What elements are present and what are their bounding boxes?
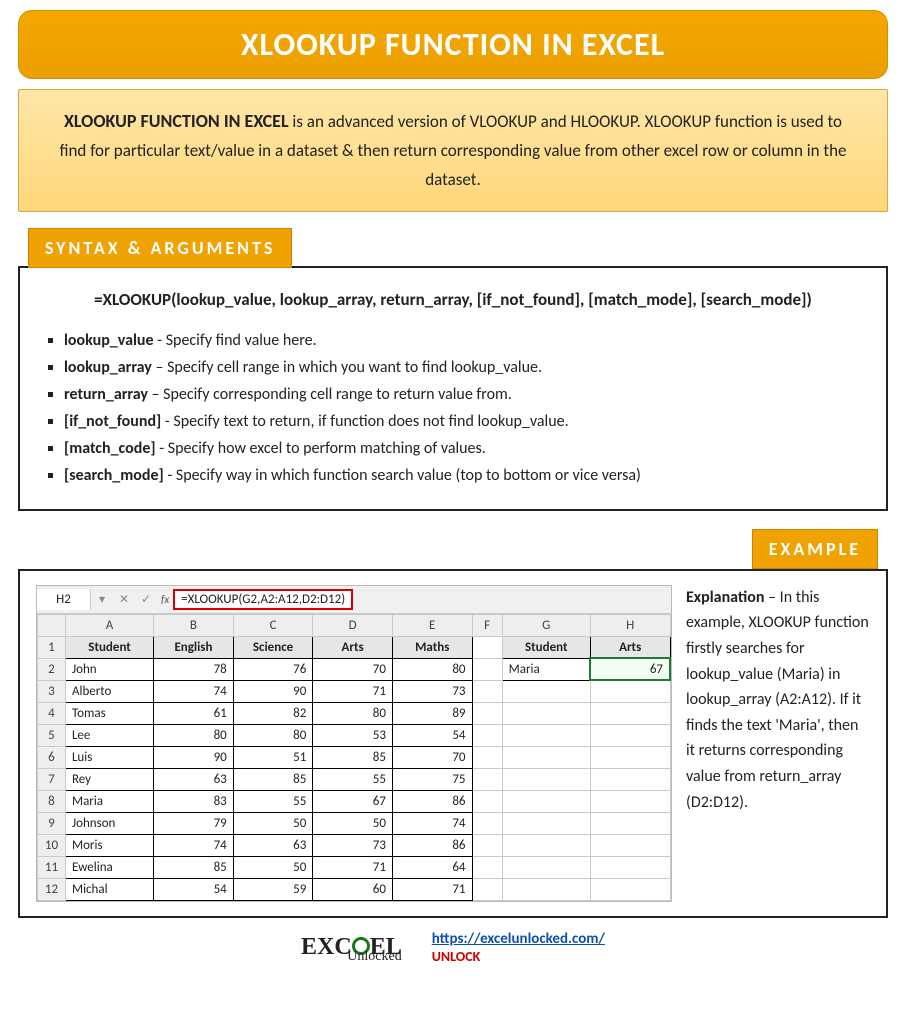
formula-bar: H2 ▾ ✕ ✓ fx =XLOOKUP(G2,A2:A12,D2:D12) xyxy=(37,586,671,614)
arg-item: [if_not_found] - Specify text to return,… xyxy=(64,412,864,431)
col-header: B xyxy=(154,614,234,636)
col-header: G xyxy=(502,614,590,636)
fx-icon: fx xyxy=(161,593,169,606)
cancel-icon: ✕ xyxy=(113,592,135,607)
title-banner: XLOOKUP FUNCTION IN EXCEL xyxy=(18,10,888,79)
dropdown-icon: ▾ xyxy=(91,592,113,607)
explanation-title: Explanation xyxy=(686,588,764,607)
explanation-body: – In this example, XLOOKUP function firs… xyxy=(686,588,869,812)
brand-logo: EXCEL Unlocked xyxy=(301,934,402,961)
website-link[interactable]: https://excelunlocked.com/ xyxy=(432,930,605,948)
table-row: 9Johnson79505074 xyxy=(38,812,671,834)
col-header: C xyxy=(233,614,313,636)
corner-cell xyxy=(38,614,66,636)
col-header: F xyxy=(472,614,502,636)
excel-screenshot: H2 ▾ ✕ ✓ fx =XLOOKUP(G2,A2:A12,D2:D12) A… xyxy=(36,585,672,902)
syntax-box: =XLOOKUP(lookup_value, lookup_array, ret… xyxy=(18,266,888,511)
arguments-list: lookup_value - Specify find value here. … xyxy=(64,331,864,485)
table-row: 4Tomas61828089 xyxy=(38,702,671,724)
table-row: 12Michal54596071 xyxy=(38,878,671,900)
spreadsheet-grid: A B C D E F G H 1StudentEnglishScienceAr… xyxy=(37,614,671,901)
footer: EXCEL Unlocked https://excelunlocked.com… xyxy=(10,930,896,965)
table-row: 6Luis90518570 xyxy=(38,746,671,768)
example-section-label: EXAMPLE xyxy=(752,529,878,569)
table-row: 5Lee80805354 xyxy=(38,724,671,746)
table-row: 3Alberto74907173 xyxy=(38,680,671,702)
column-header-row: A B C D E F G H xyxy=(38,614,671,636)
table-row: 2John78767080Maria67 xyxy=(38,658,671,680)
table-row: 1StudentEnglishScienceArtsMathsStudentAr… xyxy=(38,636,671,658)
table-row: 7Rey63855575 xyxy=(38,768,671,790)
example-box: H2 ▾ ✕ ✓ fx =XLOOKUP(G2,A2:A12,D2:D12) A… xyxy=(18,569,888,918)
check-icon: ✓ xyxy=(135,592,157,607)
arg-item: [match_code] - Specify how excel to perf… xyxy=(64,439,864,458)
syntax-formula: =XLOOKUP(lookup_value, lookup_array, ret… xyxy=(42,286,864,313)
col-header: A xyxy=(65,614,153,636)
intro-description: XLOOKUP FUNCTION IN EXCEL is an advanced… xyxy=(18,89,888,212)
formula-input: =XLOOKUP(G2,A2:A12,D2:D12) xyxy=(173,589,671,610)
unlock-label: UNLOCK xyxy=(432,948,605,965)
arg-item: lookup_value - Specify find value here. xyxy=(64,331,864,350)
name-box: H2 xyxy=(37,589,91,610)
col-header: H xyxy=(590,614,670,636)
arg-item: lookup_array – Specify cell range in whi… xyxy=(64,358,864,377)
arg-item: [search_mode] - Specify way in which fun… xyxy=(64,466,864,485)
syntax-section-label: SYNTAX & ARGUMENTS xyxy=(28,228,292,268)
table-row: 10Moris74637386 xyxy=(38,834,671,856)
logo-subtitle: Unlocked xyxy=(347,949,401,965)
col-header: E xyxy=(392,614,472,636)
table-row: 8Maria83556786 xyxy=(38,790,671,812)
intro-lead: XLOOKUP FUNCTION IN EXCEL xyxy=(64,110,289,132)
footer-links: https://excelunlocked.com/ UNLOCK xyxy=(432,930,605,965)
example-explanation: Explanation – In this example, XLOOKUP f… xyxy=(686,585,870,902)
highlighted-formula: =XLOOKUP(G2,A2:A12,D2:D12) xyxy=(173,589,353,610)
col-header: D xyxy=(313,614,393,636)
page-title: XLOOKUP FUNCTION IN EXCEL xyxy=(29,25,877,64)
arg-item: return_array – Specify corresponding cel… xyxy=(64,385,864,404)
table-row: 11Ewelina85507164 xyxy=(38,856,671,878)
